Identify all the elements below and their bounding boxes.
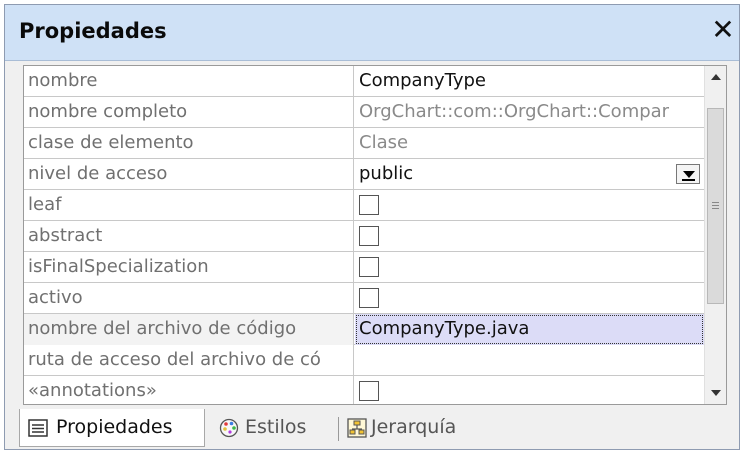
title-bar: Propiedades ✕ xyxy=(5,5,739,61)
property-name: nivel de acceso xyxy=(24,159,354,190)
property-checkbox[interactable] xyxy=(359,257,379,277)
property-row[interactable]: activo xyxy=(24,283,704,314)
property-name: nombre completo xyxy=(24,97,354,128)
property-checkbox[interactable] xyxy=(359,195,379,215)
property-value[interactable]: CompanyType xyxy=(355,66,704,97)
property-name: ruta de acceso del archivo de có xyxy=(24,345,354,376)
property-row[interactable]: leaf xyxy=(24,190,704,221)
property-name: isFinalSpecialization xyxy=(24,252,354,283)
property-row[interactable]: abstract xyxy=(24,221,704,252)
tab-estilos[interactable]: Estilos xyxy=(217,409,329,447)
property-name: abstract xyxy=(24,221,354,252)
vertical-scrollbar[interactable] xyxy=(704,66,726,404)
property-name: nombre xyxy=(24,66,354,97)
property-value[interactable]: Clase xyxy=(355,128,704,159)
panel-title: Propiedades xyxy=(19,19,167,43)
scroll-up-arrow-icon[interactable] xyxy=(705,66,726,88)
list-icon xyxy=(28,419,48,437)
property-value[interactable] xyxy=(355,345,704,376)
tab-label: Estilos xyxy=(245,416,307,438)
property-grid: nombre CompanyType nombre completo OrgChart… xyxy=(23,65,727,405)
tab-separator xyxy=(338,417,339,441)
property-name: leaf xyxy=(24,190,354,221)
property-value[interactable]: OrgChart::com::OrgChart::Compar xyxy=(355,97,704,128)
property-name: activo xyxy=(24,283,354,314)
property-row[interactable]: isFinalSpecialization xyxy=(24,252,704,283)
tab-label: Propiedades xyxy=(56,416,173,438)
property-row[interactable]: clase de elemento Clase xyxy=(24,128,704,159)
tab-propiedades[interactable]: Propiedades xyxy=(19,409,205,447)
tab-jerarquia[interactable]: Jerarquía xyxy=(345,409,505,447)
property-row[interactable]: «annotations» xyxy=(24,376,704,404)
property-checkbox[interactable] xyxy=(359,226,379,246)
property-value-cell[interactable] xyxy=(355,221,704,252)
close-icon[interactable]: ✕ xyxy=(709,15,737,45)
property-name: nombre del archivo de código xyxy=(24,314,354,345)
scroll-down-arrow-icon[interactable] xyxy=(705,382,726,404)
property-row[interactable]: nombre del archivo de código CompanyType.… xyxy=(24,314,704,345)
property-checkbox[interactable] xyxy=(359,381,379,401)
scrollbar-thumb[interactable] xyxy=(707,108,724,304)
property-row[interactable]: ruta de acceso del archivo de có xyxy=(24,345,704,376)
access-level-dropdown[interactable]: public xyxy=(355,159,704,190)
properties-panel: Propiedades ✕ nombre CompanyType nombre co… xyxy=(0,0,744,454)
hierarchy-icon xyxy=(347,418,367,438)
property-value-cell[interactable] xyxy=(355,190,704,221)
tab-label: Jerarquía xyxy=(371,416,457,438)
property-value-cell[interactable] xyxy=(355,252,704,283)
grip-icon xyxy=(712,202,719,203)
property-row[interactable]: nombre completo OrgChart::com::OrgChart::… xyxy=(24,97,704,128)
palette-icon xyxy=(219,418,239,438)
property-value[interactable]: CompanyType.java xyxy=(355,314,704,345)
panel-frame: Propiedades ✕ nombre CompanyType nombre co… xyxy=(4,4,740,450)
dropdown-value: public xyxy=(359,163,414,184)
property-name: «annotations» xyxy=(24,376,354,404)
property-checkbox[interactable] xyxy=(359,288,379,308)
property-name: clase de elemento xyxy=(24,128,354,159)
property-row[interactable]: nombre CompanyType xyxy=(24,66,704,97)
property-value-cell[interactable] xyxy=(355,283,704,314)
tab-bar: Propiedades Estilos Jerarquía xyxy=(5,409,739,449)
property-row[interactable]: nivel de acceso public xyxy=(24,159,704,190)
dropdown-arrow-icon[interactable] xyxy=(676,164,700,184)
property-value-cell[interactable] xyxy=(355,376,704,404)
